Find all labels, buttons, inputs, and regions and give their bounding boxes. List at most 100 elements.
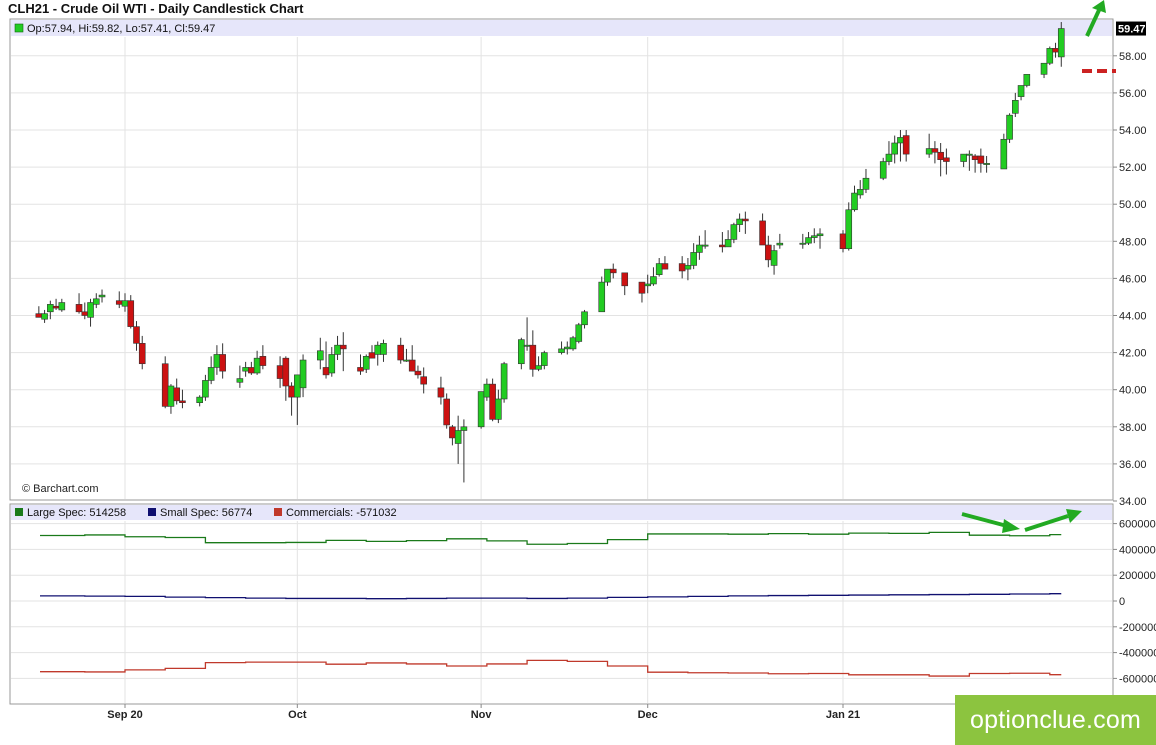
candle-body — [374, 344, 382, 355]
candle-body — [719, 244, 726, 248]
candle-body — [41, 313, 48, 320]
chart-canvas: Op:57.94, Hi:59.82, Lo:57.41, Cl:59.47 3… — [9, 0, 1156, 721]
price-tick-label: 58.00 — [1119, 51, 1147, 63]
candle-up — [845, 202, 853, 251]
last-price-label: 59.47 — [1118, 24, 1146, 36]
price-tick-label: 36.00 — [1119, 459, 1147, 471]
candle-body — [650, 276, 657, 285]
legend-large-spec: Large Spec: 514258 — [27, 507, 126, 519]
candle-body — [604, 268, 611, 283]
last-price-tag: 59.47 — [1116, 21, 1146, 36]
watermark: optionclue.com — [955, 695, 1156, 745]
candle-body — [690, 252, 697, 266]
candle-body — [759, 220, 766, 246]
candle-body — [655, 263, 663, 275]
candle-body — [839, 233, 847, 250]
candle-body — [937, 151, 944, 160]
candle-up — [477, 391, 485, 429]
cot-tick-label: -400000 — [1119, 648, 1156, 660]
candle-body — [242, 367, 249, 372]
cot-tick-label: -600000 — [1119, 673, 1156, 685]
candle-body — [1000, 138, 1008, 170]
candle-body — [248, 367, 255, 374]
candle-body — [529, 344, 537, 370]
candle-body — [276, 365, 284, 379]
ohlc-info-text: Op:57.94, Hi:59.82, Lo:57.41, Cl:59.47 — [27, 23, 215, 35]
candle-body — [202, 380, 209, 398]
price-panel — [9, 18, 1114, 501]
price-tick-label: 44.00 — [1119, 311, 1147, 323]
candle-up — [1000, 133, 1008, 170]
cot-tick-label: 400000 — [1119, 544, 1156, 556]
candle-body — [816, 233, 824, 237]
candle-body — [805, 237, 812, 244]
candle-body — [897, 137, 904, 144]
candle-body — [1040, 62, 1048, 75]
candle-body — [1012, 100, 1019, 114]
candle-body — [294, 374, 301, 398]
candle-body — [167, 385, 175, 407]
candle-body — [443, 398, 450, 426]
price-tick-label: 40.00 — [1119, 385, 1147, 397]
candle-body — [960, 153, 967, 162]
candle-body — [1006, 114, 1013, 140]
date-tick-label: Nov — [471, 709, 493, 721]
date-tick-label: Sep 20 — [107, 709, 142, 721]
date-tick-label: Dec — [638, 709, 658, 721]
candle-body — [328, 354, 336, 374]
candle-body — [1052, 48, 1059, 53]
candle-body — [966, 153, 973, 156]
candle-body — [885, 153, 893, 162]
candle-body — [92, 298, 100, 305]
candle-body — [598, 281, 606, 313]
candle-body — [518, 339, 525, 365]
candle-body — [127, 300, 135, 327]
candle-up — [575, 322, 583, 344]
candle-body — [454, 430, 462, 444]
candle-body — [460, 426, 468, 431]
candle-body — [1023, 74, 1031, 86]
candle-body — [380, 343, 387, 355]
cot-axis: 600000 400000 200000 0 -200000 -400000 -600000 — [1113, 519, 1156, 685]
candle-body — [851, 192, 858, 211]
candle-body — [207, 367, 215, 381]
candle-body — [75, 304, 83, 313]
candle-body — [770, 250, 778, 266]
price-tick-label: 34.00 — [1119, 496, 1147, 508]
candle-body — [98, 294, 106, 298]
candle-body — [558, 348, 565, 353]
legend-commercials: Commercials: -571032 — [286, 507, 397, 519]
candle-body — [569, 337, 577, 350]
candle-body — [322, 367, 330, 376]
candle-body — [678, 263, 686, 272]
candle-body — [891, 142, 898, 155]
price-tick-label: 52.00 — [1119, 162, 1147, 174]
candle-body — [644, 283, 652, 287]
price-tick-label: 42.00 — [1119, 348, 1147, 360]
legend-swatch-large-spec — [15, 508, 23, 516]
candle-body — [983, 163, 990, 165]
candle-body — [138, 343, 146, 365]
candle-body — [259, 356, 267, 366]
candle-up — [1006, 113, 1013, 143]
candle-body — [523, 344, 531, 347]
price-tick-label: 54.00 — [1119, 125, 1147, 137]
candle-body — [902, 135, 910, 155]
candle-body — [943, 157, 950, 162]
candle-body — [219, 354, 226, 372]
candle-up — [500, 361, 508, 403]
price-tick-label: 50.00 — [1119, 199, 1147, 211]
cot-panel — [9, 503, 1114, 705]
candle-body — [299, 359, 307, 389]
candle-body — [736, 218, 743, 225]
candle-body — [316, 350, 324, 361]
candle-body — [408, 359, 416, 372]
candle-body — [535, 365, 542, 370]
cot-tick-label: -200000 — [1119, 622, 1156, 634]
candle-body — [1057, 28, 1065, 58]
candle-body — [403, 359, 410, 362]
date-axis: Sep 20 Oct Nov Dec Jan 21 — [107, 704, 860, 721]
candle-up — [1046, 46, 1054, 66]
cot-tick-label: 200000 — [1119, 570, 1156, 582]
candle-body — [931, 148, 939, 153]
